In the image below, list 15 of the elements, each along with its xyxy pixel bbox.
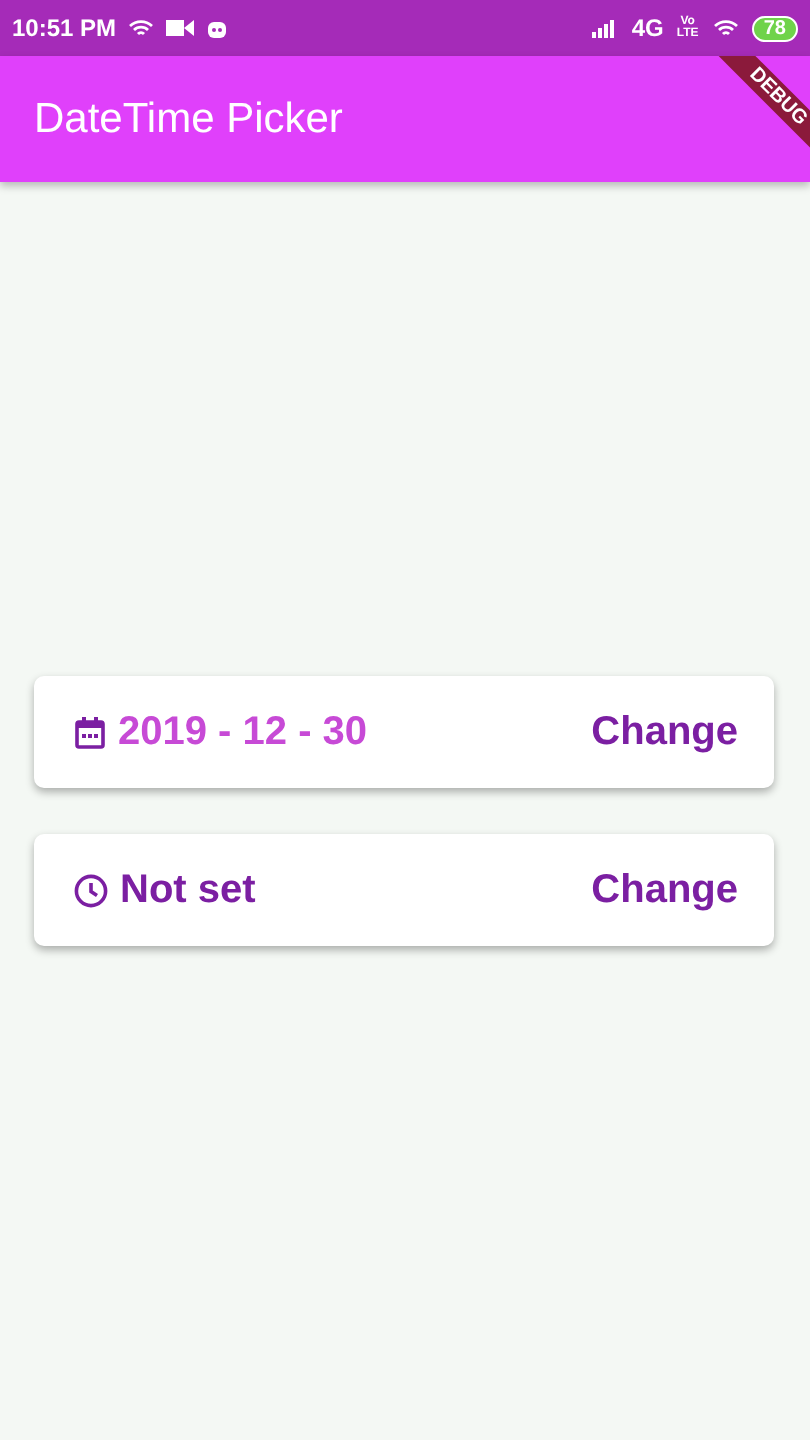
- status-time: 10:51 PM: [12, 14, 117, 42]
- wifi-icon: [711, 18, 740, 38]
- video-camera-icon: [166, 18, 195, 38]
- network-type: 4G: [631, 14, 664, 42]
- app-title: DateTime Picker: [34, 95, 343, 143]
- signal-icon: [591, 18, 620, 38]
- battery-level: 78: [751, 15, 798, 41]
- change-button[interactable]: Change: [591, 859, 738, 921]
- calendar-icon: [74, 715, 106, 749]
- picker-value: Not set: [120, 867, 258, 913]
- wifi-icon: [128, 18, 155, 38]
- change-button[interactable]: Change: [591, 701, 738, 763]
- robot-icon: [206, 18, 229, 38]
- picker-value: 2019 - 12 - 30: [118, 709, 370, 755]
- clock-icon: [74, 873, 108, 907]
